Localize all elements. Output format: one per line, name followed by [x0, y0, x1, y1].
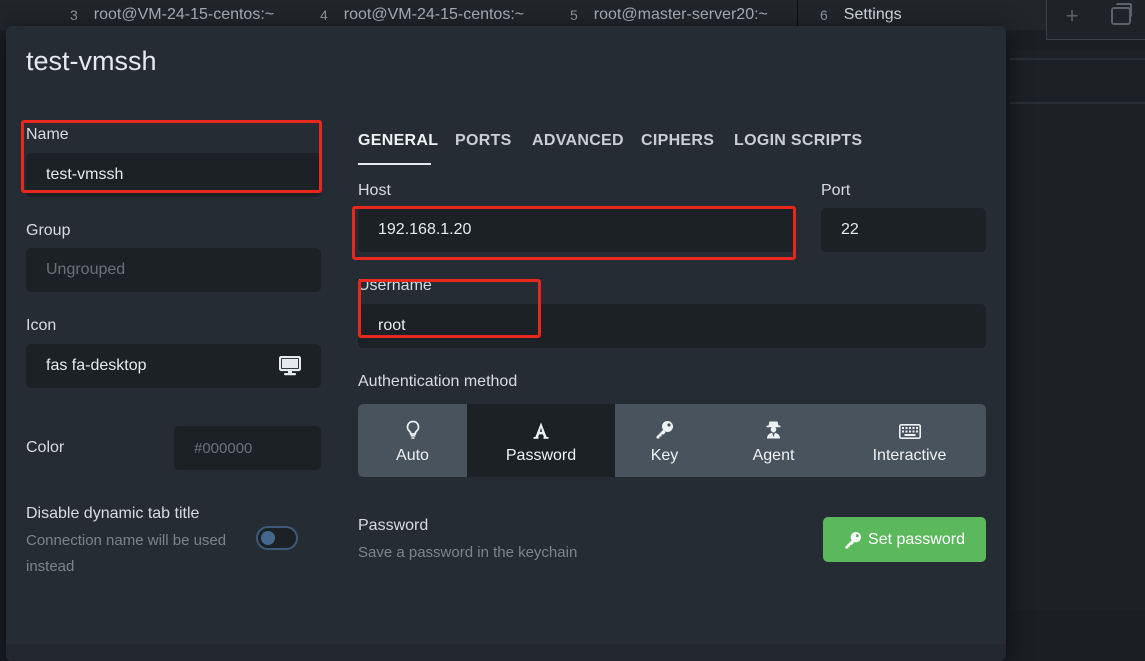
dialog-title: test-vmssh — [26, 46, 157, 76]
set-password-button[interactable]: Set password — [823, 517, 986, 562]
port-input[interactable]: 22 — [821, 208, 986, 252]
hint-line: Connection name will be used — [26, 532, 227, 549]
toggle-knob — [261, 531, 275, 545]
background-content — [1010, 50, 1145, 610]
auth-option-label: Auto — [396, 446, 429, 464]
user-secret-icon — [765, 417, 782, 439]
window-restore-icon[interactable] — [1111, 3, 1132, 25]
auth-option-agent[interactable]: Agent — [714, 404, 833, 477]
auth-option-label: Agent — [752, 446, 795, 464]
auth-option-label: Key — [650, 446, 679, 464]
dialog-footer — [6, 644, 1006, 661]
background-line — [1010, 58, 1145, 60]
tab-number: 3 — [70, 7, 78, 23]
password-hint: Save a password in the keychain — [358, 544, 578, 561]
hint-line: instead — [26, 558, 75, 575]
new-tab-plus-icon[interactable]: + — [1059, 5, 1085, 27]
active-tab-underline — [358, 163, 431, 165]
password-label: Password — [358, 517, 429, 534]
background-line — [1010, 102, 1145, 104]
auth-option-label: Password — [505, 446, 577, 464]
profile-edit-dialog: test-vmssh Name test-vmssh Group Ungroup… — [6, 26, 1006, 661]
keyboard-icon — [898, 417, 921, 439]
icon-input[interactable]: fas fa-desktop — [26, 344, 321, 388]
tab-login-scripts[interactable]: LOGIN SCRIPTS — [734, 132, 862, 150]
tab-number: 6 — [820, 7, 828, 23]
tab-number: 4 — [320, 7, 328, 23]
name-input[interactable]: test-vmssh — [26, 153, 321, 197]
tab-ciphers[interactable]: CIPHERS — [641, 132, 714, 150]
color-input[interactable]: #000000 — [174, 426, 321, 470]
username-label: Username — [358, 277, 432, 294]
icon-input-value: fas fa-desktop — [46, 357, 147, 374]
tab-ports[interactable]: PORTS — [455, 132, 512, 150]
auth-option-label: Interactive — [872, 446, 947, 464]
auth-method-selector: Auto Password Key Agent Interactive — [358, 404, 986, 477]
font-a-icon — [533, 417, 549, 439]
auth-option-interactive[interactable]: Interactive — [833, 404, 986, 477]
auth-option-key[interactable]: Key — [615, 404, 714, 477]
desktop-icon — [278, 355, 302, 381]
group-label: Group — [26, 222, 71, 239]
tab-label: root@master-server20:~ — [593, 6, 768, 23]
tabbar-actions: + — [1046, 0, 1145, 40]
host-label: Host — [358, 182, 391, 199]
tab-label: Settings — [843, 6, 902, 23]
tab-general[interactable]: GENERAL — [358, 132, 438, 150]
tab-label: root@VM-24-15-centos:~ — [93, 6, 275, 23]
host-input[interactable]: 192.168.1.20 — [358, 208, 794, 252]
icon-label: Icon — [26, 317, 57, 334]
tab-advanced[interactable]: ADVANCED — [532, 132, 624, 150]
disable-dynamic-tab-title-hint: Connection name will be used instead — [26, 528, 226, 580]
name-label: Name — [26, 126, 69, 143]
color-label: Color — [26, 439, 65, 456]
disable-dynamic-tab-title-toggle[interactable] — [256, 526, 298, 550]
auth-option-auto[interactable]: Auto — [358, 404, 467, 477]
key-icon — [655, 417, 674, 439]
set-password-label: Set password — [868, 530, 965, 548]
disable-dynamic-tab-title-label: Disable dynamic tab title — [26, 505, 200, 522]
port-label: Port — [821, 182, 851, 199]
auth-method-label: Authentication method — [358, 373, 518, 390]
auth-option-password[interactable]: Password — [467, 404, 615, 477]
key-icon — [845, 531, 862, 549]
group-input[interactable]: Ungrouped — [26, 248, 321, 292]
username-input[interactable]: root — [358, 304, 986, 348]
tab-label: root@VM-24-15-centos:~ — [343, 6, 525, 23]
tab-number: 5 — [570, 7, 578, 23]
lightbulb-icon — [406, 417, 420, 439]
